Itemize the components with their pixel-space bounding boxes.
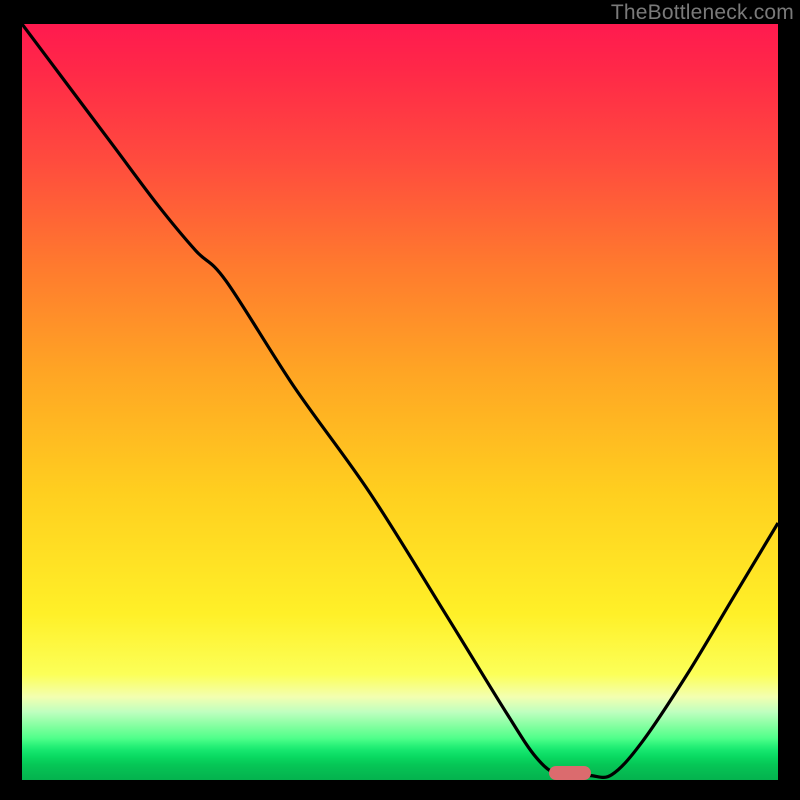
minimum-marker bbox=[549, 766, 591, 780]
bottleneck-curve bbox=[22, 24, 778, 780]
chart-frame: TheBottleneck.com bbox=[0, 0, 800, 800]
chart-plot-area bbox=[22, 24, 778, 780]
curve-path bbox=[22, 24, 778, 777]
watermark-text: TheBottleneck.com bbox=[611, 1, 794, 25]
